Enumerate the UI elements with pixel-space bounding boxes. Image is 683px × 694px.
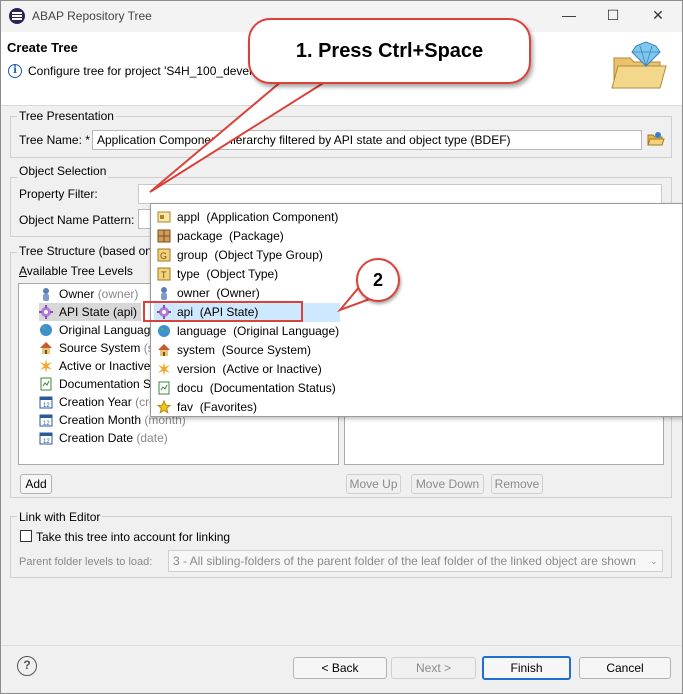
- component-icon: [157, 211, 171, 223]
- calendar-icon: 12: [39, 414, 53, 427]
- object-selection-legend: Object Selection: [17, 164, 109, 178]
- cancel-button[interactable]: Cancel: [579, 657, 671, 679]
- callout-step-2: 2: [356, 258, 400, 302]
- popup-item-package[interactable]: package (Package): [157, 227, 284, 246]
- svg-text:12: 12: [43, 439, 50, 445]
- tree-presentation-legend: Tree Presentation: [17, 109, 116, 123]
- popup-item-version[interactable]: version (Active or Inactive): [157, 360, 322, 379]
- help-icon[interactable]: ?: [17, 656, 37, 676]
- next-button[interactable]: Next >: [391, 657, 476, 679]
- star-burst-icon: [40, 358, 52, 373]
- back-button[interactable]: < Back: [293, 657, 387, 679]
- gear-icon: [39, 304, 53, 319]
- globe-icon: [158, 324, 170, 337]
- list-item[interactable]: Original Languag: [39, 321, 150, 339]
- popup-item-type[interactable]: Ttype (Object Type): [157, 265, 278, 284]
- person-icon: [43, 287, 49, 301]
- page-title: Create Tree: [7, 40, 78, 55]
- page-description: Configure tree for project 'S4H_100_deve…: [28, 64, 259, 78]
- link-checkbox-label[interactable]: Take this tree into account for linking: [36, 530, 230, 544]
- callout-step-1: 1. Press Ctrl+Space: [248, 18, 531, 84]
- popup-item-system[interactable]: system (Source System): [157, 341, 311, 360]
- house-icon: [158, 343, 170, 356]
- calendar-icon: 12: [39, 432, 53, 445]
- list-item-selected[interactable]: API State (api): [39, 303, 142, 321]
- popup-item-docu[interactable]: docu (Documentation Status): [157, 379, 336, 398]
- star-icon: [157, 399, 171, 414]
- svg-text:G: G: [160, 251, 167, 261]
- tree-name-input[interactable]: Application Component Hierarchy filtered…: [92, 130, 642, 150]
- maximize-button[interactable]: ☐: [599, 4, 627, 26]
- highlight-box: [143, 301, 303, 322]
- folder-diamond-icon: [611, 41, 667, 89]
- available-levels-label: Available Tree Levels: [19, 264, 133, 278]
- minimize-button[interactable]: —: [555, 4, 583, 26]
- popup-item-language[interactable]: language (Original Language): [157, 322, 339, 341]
- tree-structure-legend: Tree Structure (based on p: [17, 244, 164, 258]
- svg-text:12: 12: [43, 403, 50, 409]
- move-up-button[interactable]: Move Up: [346, 474, 401, 494]
- svg-text:T: T: [161, 270, 167, 280]
- parent-levels-label: Parent folder levels to load:: [19, 556, 153, 568]
- footer-divider: [0, 645, 683, 646]
- eclipse-app-icon: [9, 8, 25, 24]
- type-icon: T: [157, 267, 171, 281]
- doc-icon: [40, 377, 52, 391]
- list-item[interactable]: Active or Inactive: [39, 357, 150, 375]
- popup-item-appl[interactable]: appl (Application Component): [157, 208, 338, 227]
- popup-item-group[interactable]: Ggroup (Object Type Group): [157, 246, 323, 265]
- list-item[interactable]: 12 Creation Date (date): [39, 429, 168, 447]
- info-icon: i: [8, 64, 22, 78]
- calendar-icon: 12: [39, 396, 53, 409]
- globe-icon: [40, 323, 52, 336]
- group-icon: G: [157, 248, 171, 262]
- popup-item-fav[interactable]: fav (Favorites): [157, 398, 257, 417]
- add-button[interactable]: Add: [20, 474, 52, 494]
- property-filter-input[interactable]: [138, 184, 662, 204]
- open-folder-icon[interactable]: [647, 131, 665, 147]
- link-with-editor-legend: Link with Editor: [17, 510, 103, 524]
- close-button[interactable]: ✕: [644, 4, 672, 26]
- move-down-button[interactable]: Move Down: [411, 474, 484, 494]
- list-item[interactable]: Source System (sy: [39, 339, 160, 357]
- chevron-down-icon[interactable]: ⌄: [650, 556, 658, 567]
- parent-levels-select[interactable]: 3 - All sibling-folders of the parent fo…: [168, 550, 663, 572]
- list-item[interactable]: 12 Creation Year (cre: [39, 393, 156, 411]
- remove-button[interactable]: Remove: [491, 474, 543, 494]
- property-filter-label: Property Filter:: [19, 187, 98, 201]
- svg-text:12: 12: [43, 421, 50, 427]
- person-icon: [161, 286, 167, 300]
- list-item[interactable]: Owner (owner): [39, 285, 138, 303]
- link-checkbox[interactable]: [20, 530, 32, 542]
- doc-icon: [158, 381, 170, 395]
- list-item[interactable]: Documentation S: [39, 375, 151, 393]
- package-icon: [157, 229, 171, 243]
- house-icon: [40, 341, 52, 354]
- star-burst-icon: [158, 361, 170, 376]
- object-name-pattern-label: Object Name Pattern:: [19, 213, 135, 227]
- finish-button[interactable]: Finish: [482, 656, 571, 680]
- tree-name-label: Tree Name: *: [19, 133, 90, 147]
- window-title: ABAP Repository Tree: [32, 9, 152, 23]
